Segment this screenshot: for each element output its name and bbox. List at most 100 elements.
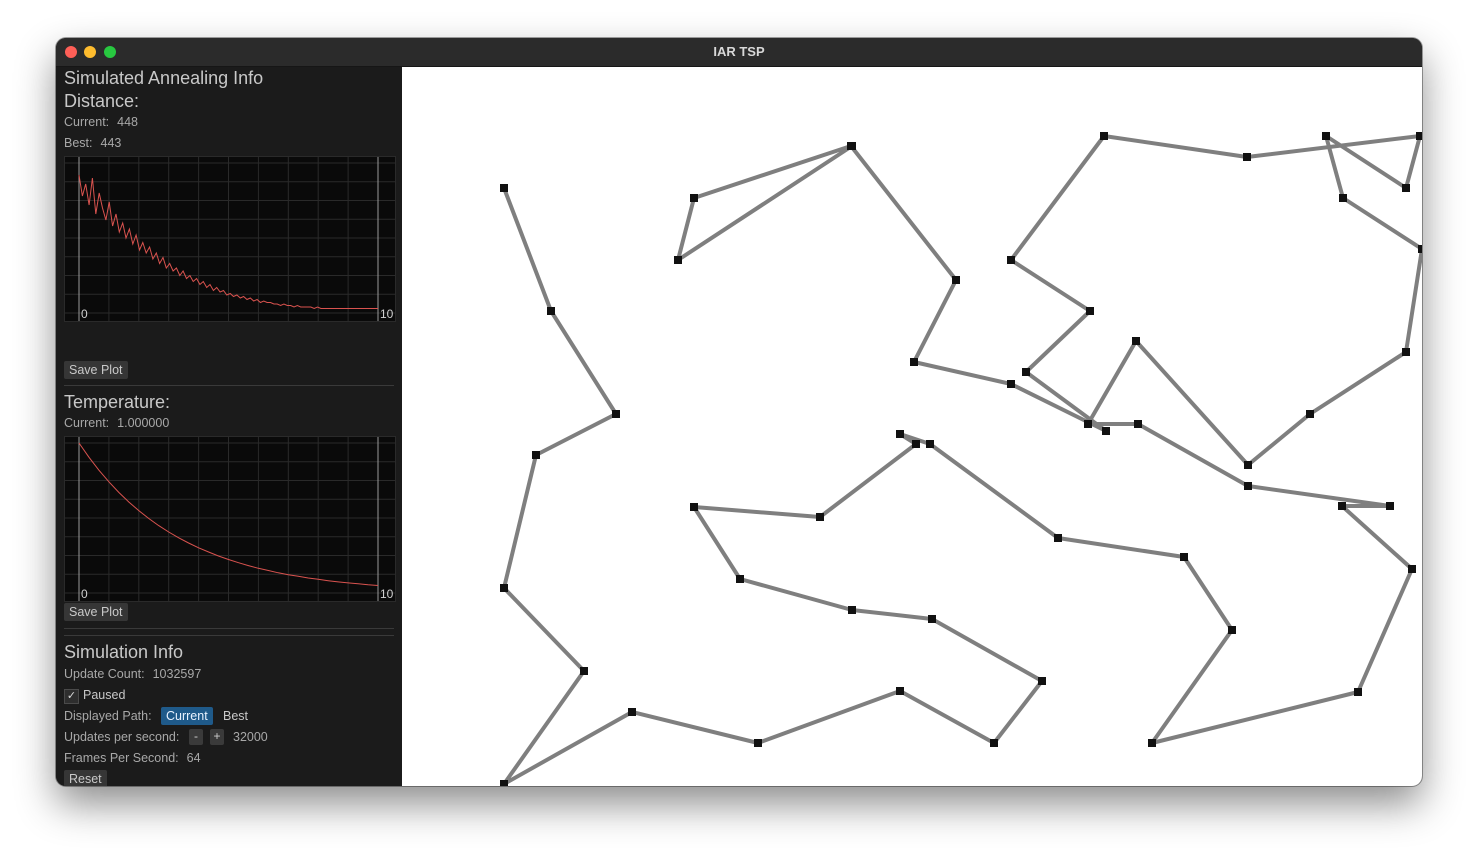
city-point [910,358,918,366]
distance-current-value: 448 [117,115,139,129]
x-tick-label: 10 [380,587,394,601]
city-point [674,256,682,264]
city-point [1134,420,1142,428]
city-point [1306,410,1314,418]
divider [64,628,394,629]
city-point [1339,194,1347,202]
city-point [1180,553,1188,561]
city-point [1243,153,1251,161]
city-point [1007,256,1015,264]
city-point [848,606,856,614]
city-point [754,739,762,747]
paused-label: Paused [83,688,126,702]
city-point [816,513,824,521]
info-sidebar: Simulated Annealing Info Distance: Curre… [56,67,402,786]
fps-value: 64 [186,751,201,765]
city-point [896,430,904,438]
city-point [926,440,934,448]
app-window: IAR TSP Simulated Annealing Info Distanc… [56,38,1422,786]
window-title: IAR TSP [713,44,765,59]
tour-canvas [402,67,1422,786]
city-point [1038,677,1046,685]
distance-plot: 0 10 [64,156,396,322]
city-point [547,307,555,315]
distance-current: Current: 448 [64,115,138,129]
paused-checkbox[interactable]: ✓ [64,689,79,704]
city-point [500,184,508,192]
update-count-label: Update Count: [64,667,145,681]
city-point [912,440,920,448]
title-bar: IAR TSP [56,38,1422,67]
city-point [1338,502,1346,510]
city-point [1386,502,1394,510]
temperature-current-value: 1.000000 [117,416,170,430]
city-point [1086,307,1094,315]
city-point [1102,427,1110,435]
city-point [1132,337,1140,345]
city-point [1244,482,1252,490]
distance-current-label: Current: [64,115,110,129]
decrease-ups-button[interactable]: - [189,729,203,745]
temperature-plot-svg: 0 10 [65,437,395,601]
path-option-best[interactable]: Best [218,707,253,725]
section-title: Simulated Annealing Info [64,68,264,88]
x-tick-label: 10 [380,307,394,321]
temperature-heading: Temperature: [64,392,171,412]
distance-plot-svg: 0 10 [65,157,395,321]
save-distance-plot-button[interactable]: Save Plot [64,361,128,379]
distance-best-value: 443 [100,136,122,150]
tour-plot-svg [500,132,1422,786]
city-point [1416,132,1422,140]
city-point [952,276,960,284]
city-point [1022,368,1030,376]
distance-best-label: Best: [64,136,93,150]
fps: Frames Per Second: 64 [64,751,201,765]
city-point [1354,688,1362,696]
divider [64,385,394,386]
x-tick-label: 0 [81,307,88,321]
city-point [848,142,856,150]
tour-path [502,134,1422,786]
city-point [1054,534,1062,542]
city-point [990,739,998,747]
city-point [580,667,588,675]
city-point [1408,565,1416,573]
city-point [1100,132,1108,140]
city-point [1244,461,1252,469]
update-count: Update Count: 1032597 [64,667,201,681]
distance-heading: Distance: [64,91,140,111]
x-tick-label: 0 [81,587,88,601]
increase-ups-button[interactable]: + [210,729,224,745]
simulation-heading: Simulation Info [64,642,184,662]
city-point [1402,184,1410,192]
city-point [928,615,936,623]
displayed-path-label: Displayed Path: [64,709,152,723]
update-count-value: 1032597 [152,667,202,681]
divider [64,635,394,636]
save-temperature-plot-button[interactable]: Save Plot [64,603,128,621]
city-point [1007,380,1015,388]
fps-label: Frames Per Second: [64,751,179,765]
path-option-current[interactable]: Current [161,707,213,725]
city-point [628,708,636,716]
city-point [690,503,698,511]
city-point [1148,739,1156,747]
city-point [1228,626,1236,634]
city-point [690,194,698,202]
city-point [1322,132,1330,140]
distance-best: Best: 443 [64,136,121,150]
city-point [612,410,620,418]
city-point [500,780,508,786]
city-point [1402,348,1410,356]
temperature-current: Current: 1.000000 [64,416,169,430]
updates-per-second-label: Updates per second: [64,730,180,744]
city-point [500,584,508,592]
city-point [896,687,904,695]
temperature-current-label: Current: [64,416,110,430]
city-point [1084,420,1092,428]
city-point [736,575,744,583]
temperature-plot: 0 10 [64,436,396,602]
reset-button[interactable]: Reset [64,770,107,786]
city-point [1418,245,1422,253]
updates-per-second-value: 32000 [233,730,268,744]
